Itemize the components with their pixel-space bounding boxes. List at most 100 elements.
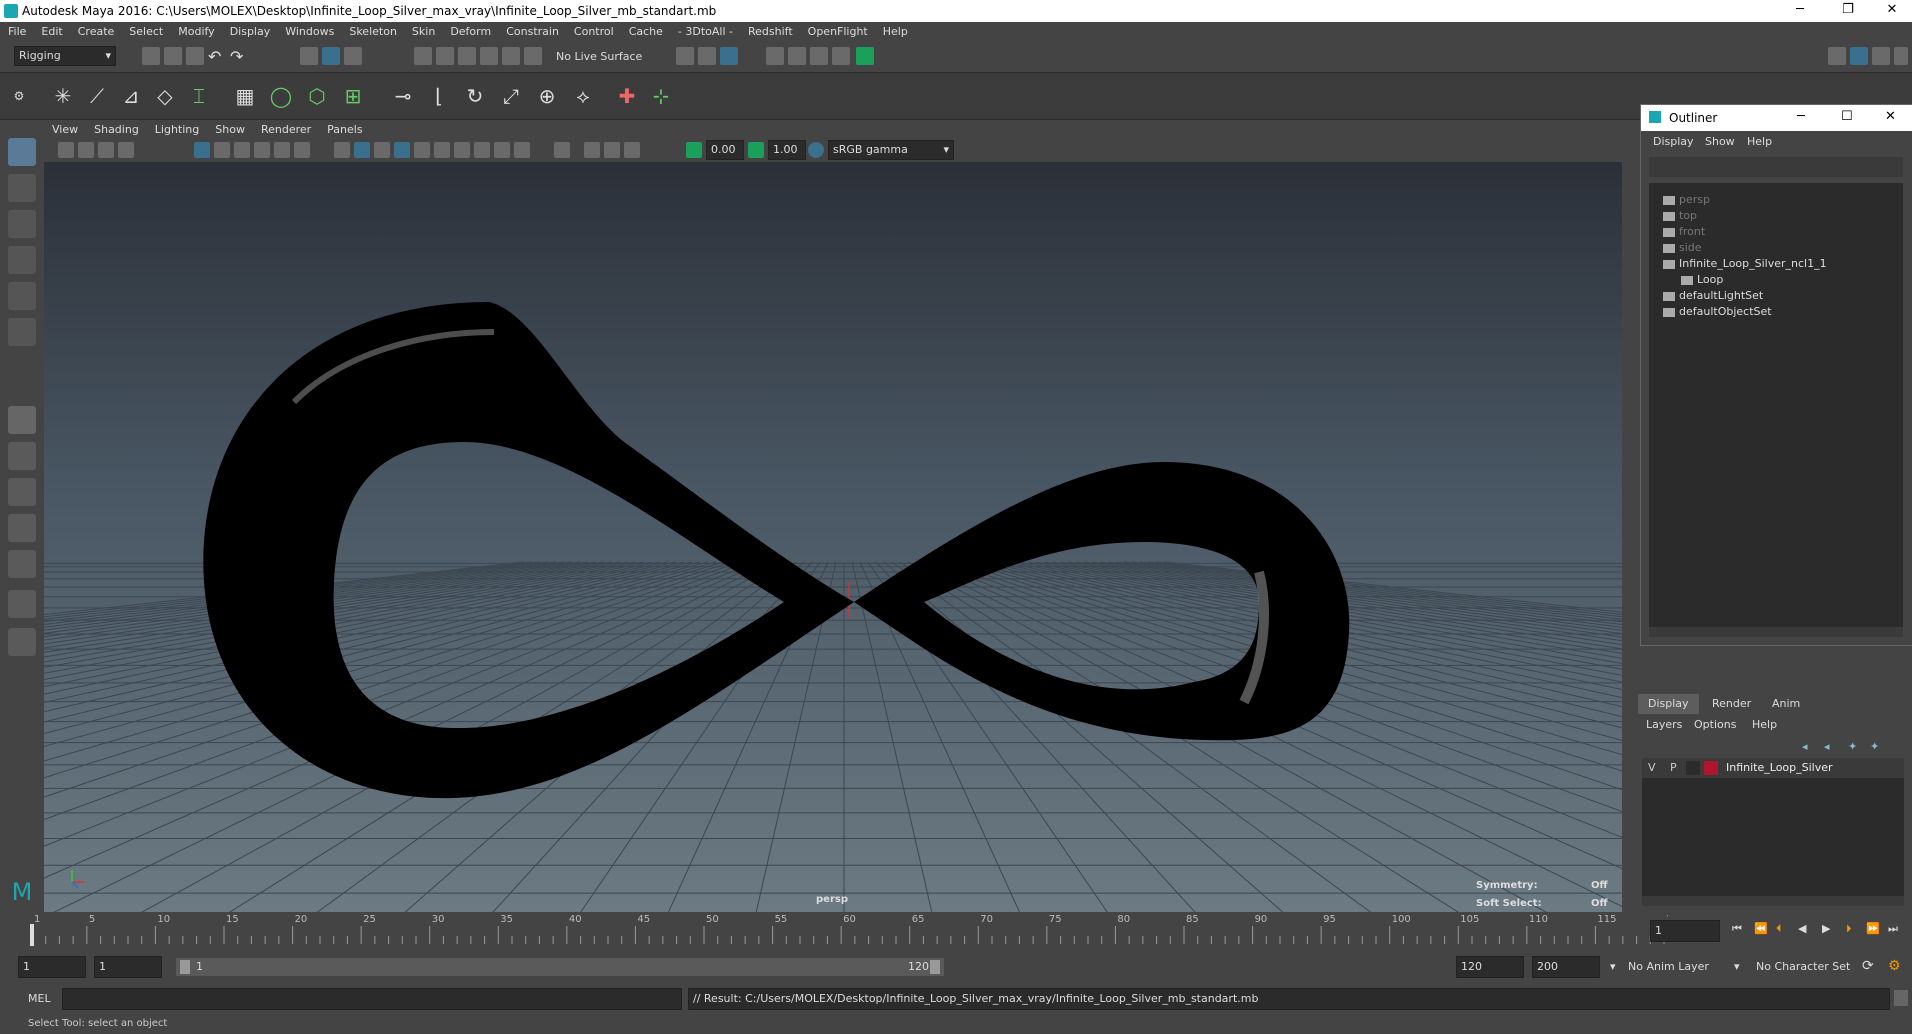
- wireframe-on-shaded-icon[interactable]: [374, 142, 390, 158]
- two-pane-side-layout-icon[interactable]: [8, 478, 36, 506]
- aim-constraint-icon[interactable]: ⊕: [532, 81, 562, 111]
- antialiasing-icon[interactable]: [494, 142, 510, 158]
- range-bar[interactable]: 1 120: [176, 958, 944, 976]
- outliner-persp-layout-icon[interactable]: [8, 550, 36, 578]
- play-backward-icon[interactable]: ◀: [1798, 922, 1806, 935]
- layer-menu-options[interactable]: Options: [1694, 718, 1736, 731]
- layer-tab-anim[interactable]: Anim: [1762, 694, 1810, 714]
- shadows-icon[interactable]: [434, 142, 450, 158]
- command-input[interactable]: [62, 988, 682, 1010]
- resolution-gate-icon[interactable]: [234, 142, 250, 158]
- outliner-menu-help[interactable]: Help: [1747, 135, 1772, 148]
- select-camera-icon[interactable]: [58, 142, 74, 158]
- field-chart-icon[interactable]: [274, 142, 290, 158]
- lattice-icon[interactable]: ▦: [230, 81, 260, 111]
- select-object-icon[interactable]: [322, 47, 340, 65]
- two-pane-stacked-layout-icon[interactable]: [8, 514, 36, 542]
- wrap-deformer-icon[interactable]: ◯: [266, 81, 296, 111]
- menu-redshift[interactable]: Redshift: [740, 22, 800, 38]
- layer-color-swatch[interactable]: [1704, 761, 1718, 775]
- four-pane-layout-icon[interactable]: [8, 442, 36, 470]
- graph-persp-layout-icon[interactable]: [8, 590, 36, 618]
- script-language-toggle[interactable]: MEL: [28, 992, 51, 1005]
- outliner-node[interactable]: defaultObjectSet: [1663, 303, 1772, 321]
- menu-deform[interactable]: Deform: [442, 22, 498, 38]
- chevron-down-icon[interactable]: ▾: [1610, 960, 1616, 973]
- rotate-tool-icon[interactable]: [8, 282, 36, 310]
- xray-active-icon[interactable]: [604, 142, 620, 158]
- outliner-close-button[interactable]: ✕: [1885, 109, 1896, 124]
- panel-menu-renderer[interactable]: Renderer: [253, 120, 319, 136]
- handle-icon[interactable]: ⊹: [646, 81, 676, 111]
- snap-surface-icon[interactable]: [502, 47, 520, 65]
- step-back-key-icon[interactable]: ⏪: [1754, 922, 1768, 935]
- depth-of-field-icon[interactable]: [514, 142, 530, 158]
- go-to-end-icon[interactable]: ⏭: [1888, 922, 1898, 936]
- gate-mask-icon[interactable]: [254, 142, 270, 158]
- layer-hscrollbar[interactable]: [1642, 896, 1904, 906]
- color-management-icon[interactable]: [808, 142, 824, 158]
- scale-constraint-icon[interactable]: ⤢: [496, 81, 526, 111]
- current-frame-field[interactable]: 1: [1650, 920, 1720, 942]
- mirror-joint-icon[interactable]: ◇: [150, 81, 180, 111]
- layer-move-up-icon[interactable]: ◂: [1802, 740, 1808, 753]
- menu-file[interactable]: File: [0, 22, 33, 38]
- layer-tab-display[interactable]: Display: [1638, 694, 1699, 714]
- film-gate-icon[interactable]: [214, 142, 230, 158]
- outliner-filter-field[interactable]: [1649, 157, 1903, 177]
- preferences-icon[interactable]: ⚙: [1888, 958, 1901, 974]
- snap-view-icon[interactable]: [480, 47, 498, 65]
- construction-history-icon[interactable]: [698, 47, 716, 65]
- custom-layout-icon[interactable]: [8, 628, 36, 656]
- save-scene-icon[interactable]: [186, 47, 204, 65]
- redo-icon[interactable]: ↷: [230, 47, 248, 66]
- render-current-icon[interactable]: [720, 47, 738, 65]
- exposure-field[interactable]: 0.00: [706, 140, 744, 160]
- menu-openflight[interactable]: OpenFlight: [800, 22, 875, 38]
- attribute-editor-toggle-icon[interactable]: [1872, 47, 1890, 65]
- step-forward-frame-icon[interactable]: ⏵: [1846, 922, 1852, 936]
- xray-icon[interactable]: [584, 142, 600, 158]
- step-back-frame-icon[interactable]: ⏴: [1776, 922, 1782, 936]
- channel-box-toggle-icon[interactable]: [1850, 47, 1868, 65]
- layer-move-down-icon[interactable]: ◂: [1824, 740, 1830, 753]
- outliner-menu-display[interactable]: Display: [1653, 135, 1694, 148]
- menu-edit[interactable]: Edit: [33, 22, 69, 38]
- use-all-lights-icon[interactable]: [414, 142, 430, 158]
- joint-tool-icon[interactable]: ✳: [48, 81, 78, 111]
- panel-menu-show[interactable]: Show: [207, 120, 253, 136]
- character-set-label[interactable]: No Character Set: [1756, 960, 1850, 973]
- range-end-handle[interactable]: [930, 960, 940, 974]
- menu-skeleton[interactable]: Skeleton: [341, 22, 404, 38]
- input-output-icon[interactable]: [676, 47, 694, 65]
- menu-set-dropdown[interactable]: Rigging ▾: [14, 46, 116, 66]
- camera-attributes-icon[interactable]: [78, 142, 94, 158]
- gamma-icon[interactable]: [748, 142, 764, 158]
- layer-menu-help[interactable]: Help: [1752, 718, 1777, 731]
- menu-skin[interactable]: Skin: [404, 22, 442, 38]
- lasso-tool-icon[interactable]: [8, 174, 36, 202]
- wireframe-icon[interactable]: [334, 142, 350, 158]
- play-forward-icon[interactable]: ▶: [1822, 922, 1830, 935]
- blend-shape-icon[interactable]: ⊞: [338, 81, 368, 111]
- ik-spline-icon[interactable]: ⊿: [116, 81, 146, 111]
- snap-live-icon[interactable]: [524, 47, 542, 65]
- motion-blur-icon[interactable]: [474, 142, 490, 158]
- script-editor-icon[interactable]: [1894, 990, 1908, 1006]
- viewport-persp[interactable]: persp Symmetry: Off Soft Select: Off: [44, 162, 1622, 912]
- ik-handle-icon[interactable]: ⟋: [82, 81, 112, 111]
- shelf-options-icon[interactable]: ⚙: [4, 81, 34, 111]
- panel-menu-shading[interactable]: Shading: [86, 120, 147, 136]
- go-to-start-icon[interactable]: ⏮: [1732, 922, 1742, 936]
- start-time-field[interactable]: 1: [18, 956, 86, 978]
- panel-menu-view[interactable]: View: [44, 120, 86, 136]
- isolate-select-icon[interactable]: [554, 142, 570, 158]
- minimize-button[interactable]: ─: [1780, 2, 1820, 20]
- menu-3dtoall[interactable]: - 3DtoAll -: [670, 22, 740, 38]
- restore-button[interactable]: ❐: [1828, 2, 1868, 20]
- parent-constraint-icon[interactable]: ⊸: [388, 81, 418, 111]
- select-component-icon[interactable]: [344, 47, 362, 65]
- textured-icon[interactable]: [394, 142, 410, 158]
- layer-type-toggle[interactable]: [1686, 761, 1700, 775]
- snap-curve-icon[interactable]: [436, 47, 454, 65]
